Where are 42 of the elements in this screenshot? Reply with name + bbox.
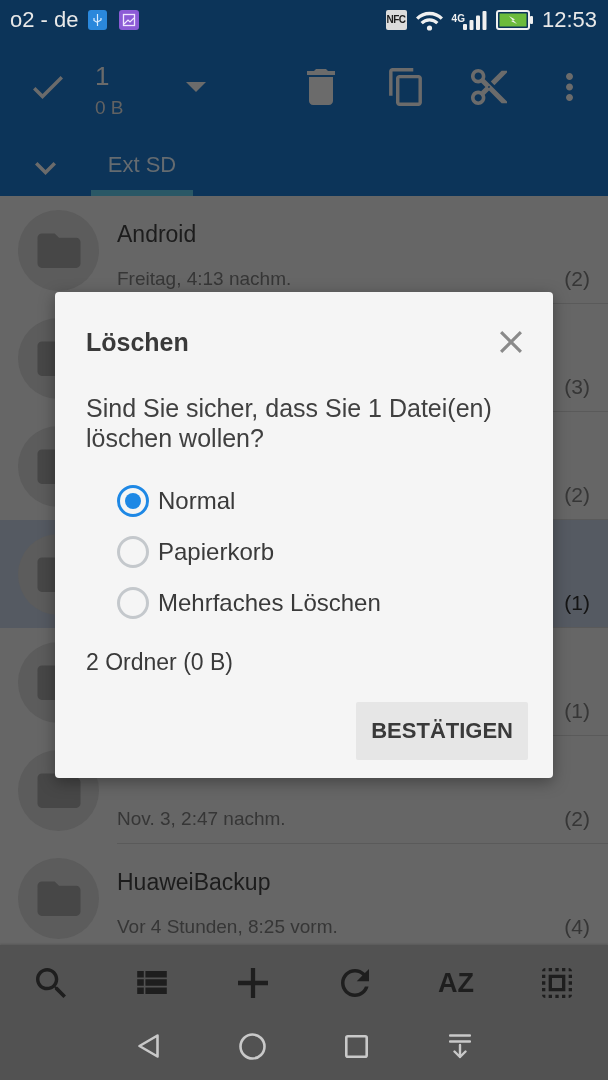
- carrier-name: o2 - de: [10, 8, 79, 32]
- recents-icon[interactable]: [344, 1034, 368, 1058]
- wifi-icon: [414, 9, 444, 31]
- plus-icon[interactable]: [238, 967, 269, 998]
- status-time: 12:53: [541, 8, 597, 32]
- select-all-icon[interactable]: [542, 967, 573, 998]
- trash-icon[interactable]: [307, 69, 335, 105]
- list-view-icon[interactable]: [137, 971, 167, 994]
- dialog-message: Sind Sie sicher, dass Sie 1 Datei(en) löschen wollen?: [86, 393, 493, 453]
- caret-icon[interactable]: [186, 82, 206, 92]
- selection-count: 1: [95, 61, 110, 91]
- item-count: (1): [564, 590, 590, 616]
- usb-icon: [87, 10, 107, 30]
- radio-button[interactable]: [117, 535, 149, 568]
- search-icon[interactable]: [35, 967, 66, 998]
- copy-icon[interactable]: [388, 68, 422, 106]
- option-label: Papierkorb: [158, 536, 275, 567]
- chevron-down-icon[interactable]: [35, 161, 56, 175]
- selection-summary: 2 Ordner (0 B): [86, 648, 234, 677]
- option-label: Normal: [158, 485, 236, 516]
- down-arrow-icon[interactable]: [449, 1033, 471, 1059]
- nfc-indicator: NFC: [385, 10, 407, 30]
- selection-size: 0 B: [95, 97, 124, 119]
- back-icon[interactable]: [136, 1033, 160, 1059]
- close-icon[interactable]: [500, 331, 522, 353]
- refresh-icon[interactable]: [340, 968, 369, 997]
- folder-icon: [18, 857, 99, 939]
- image-icon: [118, 10, 139, 30]
- more-icon[interactable]: [566, 73, 573, 101]
- battery-icon: [495, 10, 533, 30]
- check-icon[interactable]: [32, 75, 63, 99]
- folder-name: HuaweiBackup: [117, 868, 271, 896]
- option-label: Mehrfaches Löschen: [158, 587, 381, 618]
- home-icon[interactable]: [238, 1032, 266, 1060]
- radio-button[interactable]: [117, 586, 149, 619]
- radio-button[interactable]: [117, 484, 149, 517]
- dialog-title: Löschen: [86, 327, 189, 357]
- folder-name: Android: [117, 220, 197, 248]
- confirm-button[interactable]: BESTÄTIGEN: [356, 702, 528, 760]
- scissors-icon[interactable]: [471, 69, 507, 105]
- network-type: 4G: [451, 14, 465, 24]
- folder-icon: [18, 209, 99, 291]
